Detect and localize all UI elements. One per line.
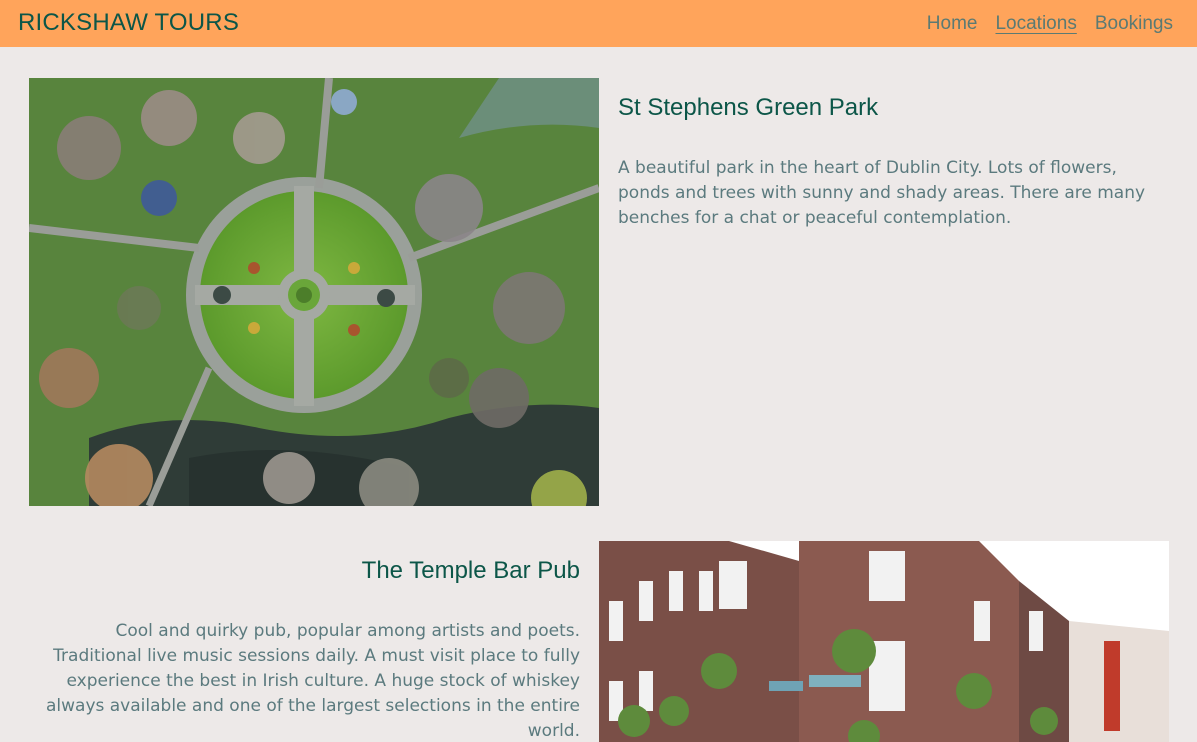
nav-link-home[interactable]: Home — [927, 13, 978, 35]
location-title: The Temple Bar Pub — [361, 557, 580, 584]
park-aerial-image — [29, 78, 599, 506]
location-title: St Stephens Green Park — [618, 94, 879, 121]
location-text: The Temple Bar Pub Cool and quirky pub, … — [30, 557, 580, 742]
location-description: Cool and quirky pub, popular among artis… — [45, 621, 580, 741]
pub-facade-image — [599, 541, 1169, 742]
navbar: RICKSHAW TOURS Home Locations Bookings — [0, 0, 1197, 47]
nav-link-bookings[interactable]: Bookings — [1095, 13, 1173, 35]
nav-link-locations[interactable]: Locations — [995, 13, 1076, 35]
location-text: St Stephens Green Park A beautiful park … — [618, 94, 1158, 231]
location-description: A beautiful park in the heart of Dublin … — [618, 158, 1146, 228]
nav-links: Home Locations Bookings — [927, 13, 1173, 35]
brand-logo-link[interactable]: RICKSHAW TOURS — [18, 9, 239, 37]
